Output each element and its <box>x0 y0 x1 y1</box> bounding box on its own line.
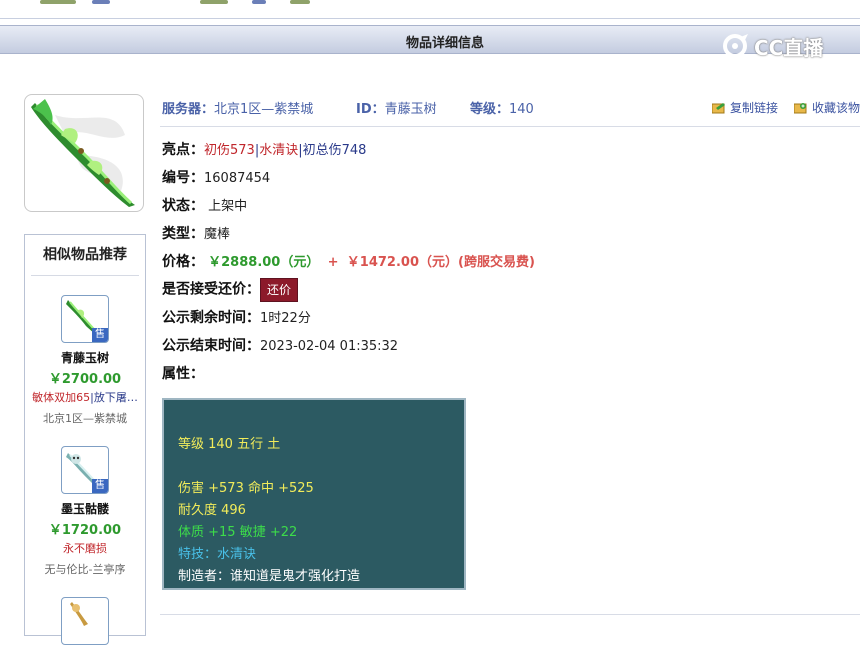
status-row: 状态： 上架中 <box>162 195 247 215</box>
type-row: 类型：魔棒 <box>162 223 230 243</box>
level-field: 等级：140 <box>470 98 534 117</box>
attr-damage-line: 伤害 +573 命中 +525 <box>178 481 314 496</box>
id-field: ID：青藤玉树 <box>356 98 437 117</box>
similar-item-thumb[interactable]: 售 <box>61 446 109 494</box>
similar-item-name[interactable]: 墨玉骷髅 <box>25 500 145 517</box>
serial-value: 16087454 <box>204 171 271 186</box>
copy-link-button[interactable]: 复制链接 <box>711 99 778 116</box>
highlights-label: 亮点： <box>162 142 204 158</box>
attributes-label: 属性： <box>162 366 204 382</box>
similar-item-price: ￥2700.00 <box>48 372 122 387</box>
attr-durability-line: 耐久度 496 <box>178 503 246 518</box>
favorite-folder-icon <box>793 102 808 114</box>
server-field: 服务器：北京1区—紫禁城 <box>162 98 313 117</box>
attr-skill-line: 特技：水清诀 <box>178 547 257 562</box>
price-row: 价格： ￥2888.00（元） + ￥1472.00（元）(跨服交易费) <box>162 251 535 271</box>
top-divider <box>0 18 860 19</box>
price-plus: + <box>327 255 339 270</box>
sell-badge: 售 <box>92 328 108 342</box>
id-label: ID： <box>356 102 385 117</box>
top-decoration <box>290 0 310 4</box>
end-time-label: 公示结束时间： <box>162 338 260 354</box>
server-value: 北京1区—紫禁城 <box>214 102 314 117</box>
highlights-row: 亮点：初伤573|水清诀|初总伤748 <box>162 139 366 159</box>
bargain-label: 是否接受还价： <box>162 281 260 298</box>
item-main-image <box>24 94 144 212</box>
end-time-row: 公示结束时间：2023-02-04 01:35:32 <box>162 335 398 355</box>
similar-item-tags: 敏体双加65|放下屠… <box>25 389 145 405</box>
top-decoration <box>252 0 266 4</box>
end-time-value: 2023-02-04 01:35:32 <box>260 339 399 354</box>
watermark-text: CC直播 <box>754 36 824 60</box>
status-value: 上架中 <box>208 199 248 214</box>
top-decoration <box>40 0 76 4</box>
similar-item-server: 无与伦比-兰亭序 <box>44 563 126 576</box>
highlight-tag: 初总伤748 <box>302 143 367 158</box>
copy-link-label[interactable]: 复制链接 <box>730 101 778 115</box>
id-value: 青藤玉树 <box>384 102 437 117</box>
bottom-divider <box>160 614 860 615</box>
serial-label: 编号： <box>162 170 204 186</box>
type-value: 魔棒 <box>204 227 231 242</box>
price-main: ￥2888.00（元） <box>208 255 320 270</box>
price-fee: ￥1472.00（元）(跨服交易费) <box>346 255 535 270</box>
attr-maker-line: 制造者：谁知道是鬼才强化打造 <box>178 569 361 584</box>
remaining-value: 1时22分 <box>260 311 311 326</box>
similar-item-thumb[interactable] <box>61 597 109 645</box>
highlight-tag: 初伤573 <box>204 143 255 158</box>
similar-item-name[interactable]: 青藤玉树 <box>25 349 145 366</box>
favorite-button[interactable]: 收藏该物 <box>793 99 860 116</box>
top-decoration <box>200 0 228 4</box>
highlight-tag: 水清诀 <box>259 143 299 158</box>
copy-link-icon <box>711 102 726 114</box>
summary-divider <box>160 126 860 127</box>
wand-thumb-icon <box>70 602 88 626</box>
attributes-box: 等级 140 五行 土 伤害 +573 命中 +525 耐久度 496 体质 +… <box>162 398 466 590</box>
similar-item-thumb[interactable]: 售 <box>61 295 109 343</box>
sell-badge: 售 <box>92 479 108 493</box>
similar-item-tag: 放下屠… <box>93 391 138 404</box>
remaining-row: 公示剩余时间：1时22分 <box>162 307 311 327</box>
attributes-row: 属性： <box>162 363 204 383</box>
similar-items-title: 相似物品推荐 <box>31 235 139 276</box>
top-decoration <box>92 0 110 4</box>
favorite-label[interactable]: 收藏该物 <box>812 101 860 115</box>
remaining-label: 公示剩余时间： <box>162 310 260 326</box>
similar-item-server: 北京1区—紫禁城 <box>43 412 127 425</box>
price-label: 价格： <box>162 254 204 270</box>
top-strip <box>0 0 860 24</box>
similar-items-panel: 相似物品推荐 售 青藤玉树 ￥2700.00 敏体双加65|放下屠… 北京1区—… <box>24 234 146 645</box>
bargain-button[interactable]: 还价 <box>260 278 298 302</box>
cc-live-watermark: CC直播 <box>722 30 842 60</box>
similar-item-price: ￥1720.00 <box>48 523 122 538</box>
attr-level-line: 等级 140 五行 土 <box>178 437 281 452</box>
status-label: 状态： <box>162 198 204 214</box>
magic-wand-image <box>31 99 135 207</box>
level-value: 140 <box>509 102 534 117</box>
attr-stats-line: 体质 +15 敏捷 +22 <box>178 525 298 540</box>
type-label: 类型： <box>162 226 204 242</box>
server-label: 服务器： <box>162 102 215 117</box>
serial-row: 编号：16087454 <box>162 167 270 187</box>
similar-item-tag: 敏体双加65 <box>32 391 91 404</box>
level-label: 等级： <box>470 102 510 117</box>
cc-logo-icon <box>723 34 748 58</box>
bargain-row: 是否接受还价： 还价 <box>162 278 298 302</box>
similar-item-tag: 永不磨损 <box>63 542 107 555</box>
